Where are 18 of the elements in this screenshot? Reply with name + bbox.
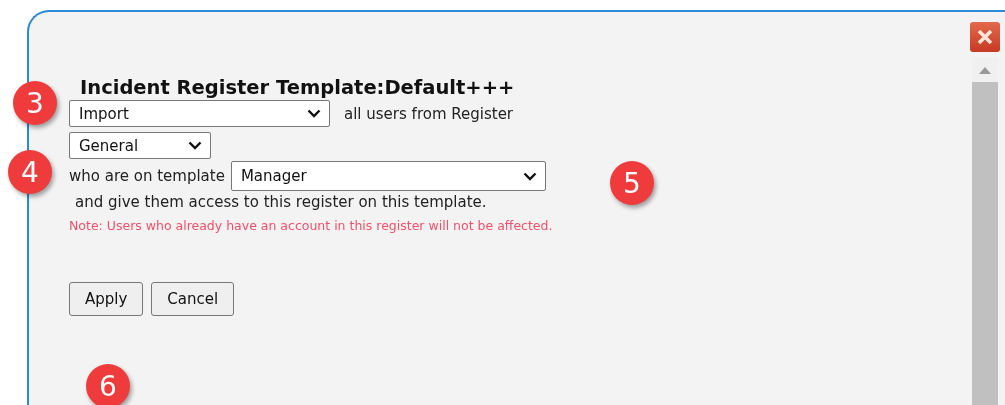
step-number-badge: 4 [8, 150, 52, 194]
action-label: all users from Register [344, 104, 514, 123]
close-button[interactable] [970, 22, 1000, 52]
step-number-badge: 3 [13, 81, 57, 125]
template-label: who are on template [69, 167, 225, 185]
chevron-down-icon [522, 171, 537, 181]
apply-button[interactable]: Apply [69, 282, 144, 316]
chevron-down-icon [307, 109, 321, 118]
register-select[interactable]: General [69, 132, 211, 159]
warning-note: Note: Users who already have an account in this register will not be affected. [69, 217, 554, 235]
template-select[interactable]: Manager [230, 161, 546, 191]
close-icon [976, 28, 994, 46]
scroll-up-icon [979, 67, 991, 74]
cancel-button[interactable]: Cancel [151, 282, 235, 316]
dialog-title: Incident Register Template:Default+++ [80, 76, 515, 100]
chevron-down-icon [188, 141, 202, 150]
access-text: and give them access to this register on this template. [75, 193, 487, 211]
action-select[interactable]: Import [69, 100, 330, 127]
